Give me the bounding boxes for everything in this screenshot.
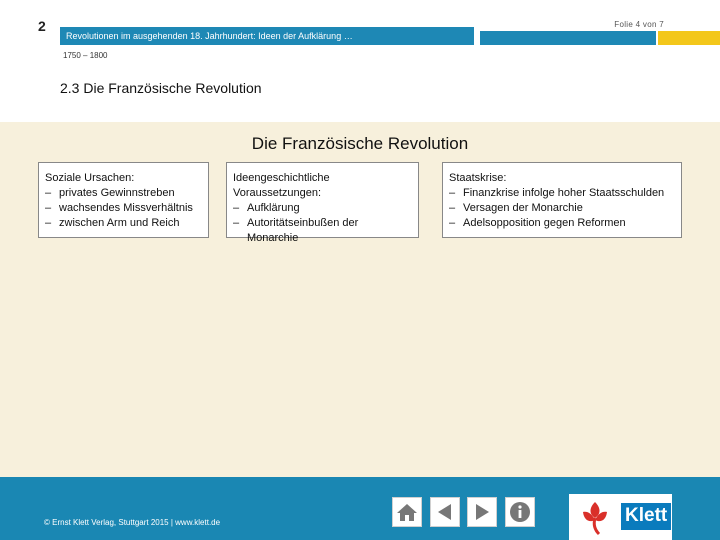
- arrow-right-icon: [476, 504, 489, 520]
- list-item: – Aufklärung: [233, 202, 300, 214]
- list-item: – Versagen der Monarchie: [449, 202, 583, 214]
- box-heading: Staatskrise:: [449, 172, 507, 184]
- arrow-left-icon: [438, 504, 451, 520]
- list-item: – zwischen Arm und Reich: [45, 217, 180, 229]
- time-period: 1750 – 1800: [63, 51, 108, 60]
- info-button[interactable]: [505, 497, 535, 527]
- box-heading: Soziale Ursachen:: [45, 172, 135, 184]
- home-icon: [397, 504, 417, 521]
- title-bar-extension: [480, 31, 656, 45]
- slide-counter: Folie 4 von 7: [614, 20, 664, 29]
- list-item: – Autoritätseinbußen der Monarchie: [233, 217, 359, 244]
- footer: © Ernst Klett Verlag, Stuttgart 2015 | w…: [0, 477, 720, 540]
- accent-bar: [658, 31, 720, 45]
- section-title: 2.3 Die Französische Revolution: [60, 80, 262, 96]
- info-icon: [510, 502, 530, 522]
- list-item: – wachsendes Missverhältnis: [45, 202, 193, 214]
- list-item: – Finanzkrise infolge hoher Staatsschulde…: [449, 187, 665, 199]
- box-social-causes: Soziale Ursachen: – privates Gewinnstrebe…: [38, 162, 209, 238]
- klett-logo: Klett: [569, 494, 672, 540]
- content-area: Die Französische Revolution Soziale Ursa…: [0, 122, 720, 477]
- box-state-crisis: Staatskrise: – Finanzkrise infolge hoher …: [442, 162, 682, 238]
- home-button[interactable]: [392, 497, 422, 527]
- next-slide-button[interactable]: [467, 497, 497, 527]
- diagram-title: Die Französische Revolution: [251, 134, 469, 153]
- copyright-text: © Ernst Klett Verlag, Stuttgart 2015 | w…: [44, 518, 221, 527]
- previous-slide-button[interactable]: [430, 497, 460, 527]
- box-ideological-preconditions: Ideengeschichtliche Voraussetzungen: – Au…: [226, 162, 419, 244]
- list-item: – Adelsopposition gegen Reformen: [449, 217, 626, 229]
- box-heading: Ideengeschichtliche Voraussetzungen:: [233, 172, 330, 199]
- klett-logo-text: Klett: [621, 503, 672, 530]
- title-bar: Revolutionen im ausgehenden 18. Jahrhund…: [60, 27, 474, 45]
- list-item: – privates Gewinnstreben: [45, 187, 175, 199]
- chapter-title: Revolutionen im ausgehenden 18. Jahrhund…: [66, 31, 353, 41]
- klett-clover-icon: [583, 502, 607, 536]
- chapter-number: 2: [38, 18, 46, 34]
